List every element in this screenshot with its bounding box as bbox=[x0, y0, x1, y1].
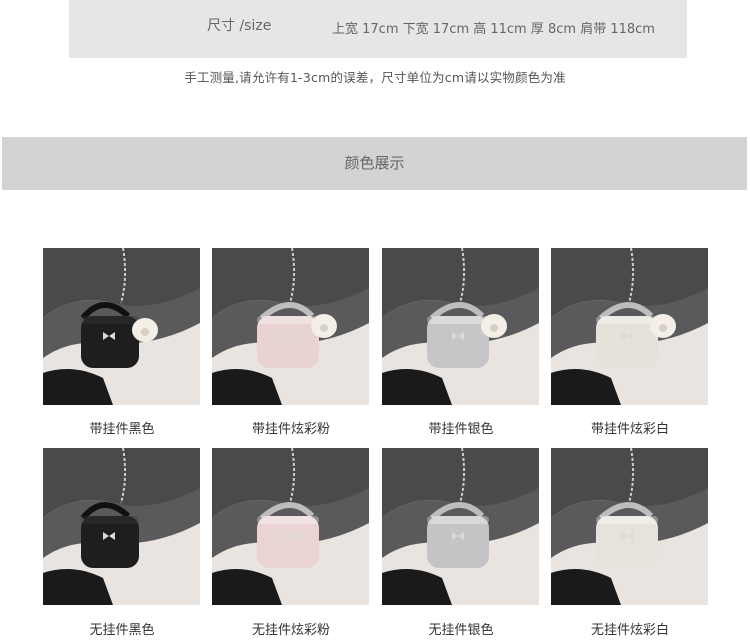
color-display-header: 颜色展示 bbox=[2, 137, 747, 190]
product-photo bbox=[551, 248, 708, 405]
product-color-caption: 无挂件银色 bbox=[428, 623, 494, 638]
product-photo bbox=[382, 248, 539, 405]
section-title: 颜色展示 bbox=[344, 154, 405, 172]
product-color-caption: 无挂件炫彩白 bbox=[590, 623, 669, 638]
size-values: 上宽 17cm 下宽 17cm 高 11cm 厚 8cm 肩带 118cm bbox=[332, 22, 655, 37]
size-label: 尺寸 /size bbox=[207, 18, 272, 34]
bag-illustration bbox=[212, 248, 369, 405]
size-info-bar: 尺寸 /size 上宽 17cm 下宽 17cm 高 11cm 厚 8cm 肩带… bbox=[69, 0, 687, 58]
product-photo bbox=[43, 248, 200, 405]
product-color-caption: 带挂件黑色 bbox=[89, 422, 155, 437]
bag-illustration bbox=[551, 448, 708, 605]
product-photo bbox=[382, 448, 539, 605]
bag-illustration bbox=[43, 248, 200, 405]
bag-illustration bbox=[551, 248, 708, 405]
bag-illustration bbox=[212, 448, 369, 605]
product-color-caption: 无挂件炫彩粉 bbox=[251, 623, 330, 638]
product-photo bbox=[212, 248, 369, 405]
product-photo bbox=[212, 448, 369, 605]
bag-illustration bbox=[382, 448, 539, 605]
product-color-caption: 带挂件炫彩白 bbox=[590, 422, 669, 437]
product-color-caption: 带挂件炫彩粉 bbox=[251, 422, 330, 437]
product-color-caption: 带挂件银色 bbox=[428, 422, 494, 437]
bag-illustration bbox=[43, 448, 200, 605]
measurement-note: 手工测量,请允许有1-3cm的误差，尺寸单位为cm请以实物颜色为准 bbox=[184, 70, 566, 85]
product-photo bbox=[551, 448, 708, 605]
product-color-caption: 无挂件黑色 bbox=[89, 623, 155, 638]
product-photo bbox=[43, 448, 200, 605]
bag-illustration bbox=[382, 248, 539, 405]
